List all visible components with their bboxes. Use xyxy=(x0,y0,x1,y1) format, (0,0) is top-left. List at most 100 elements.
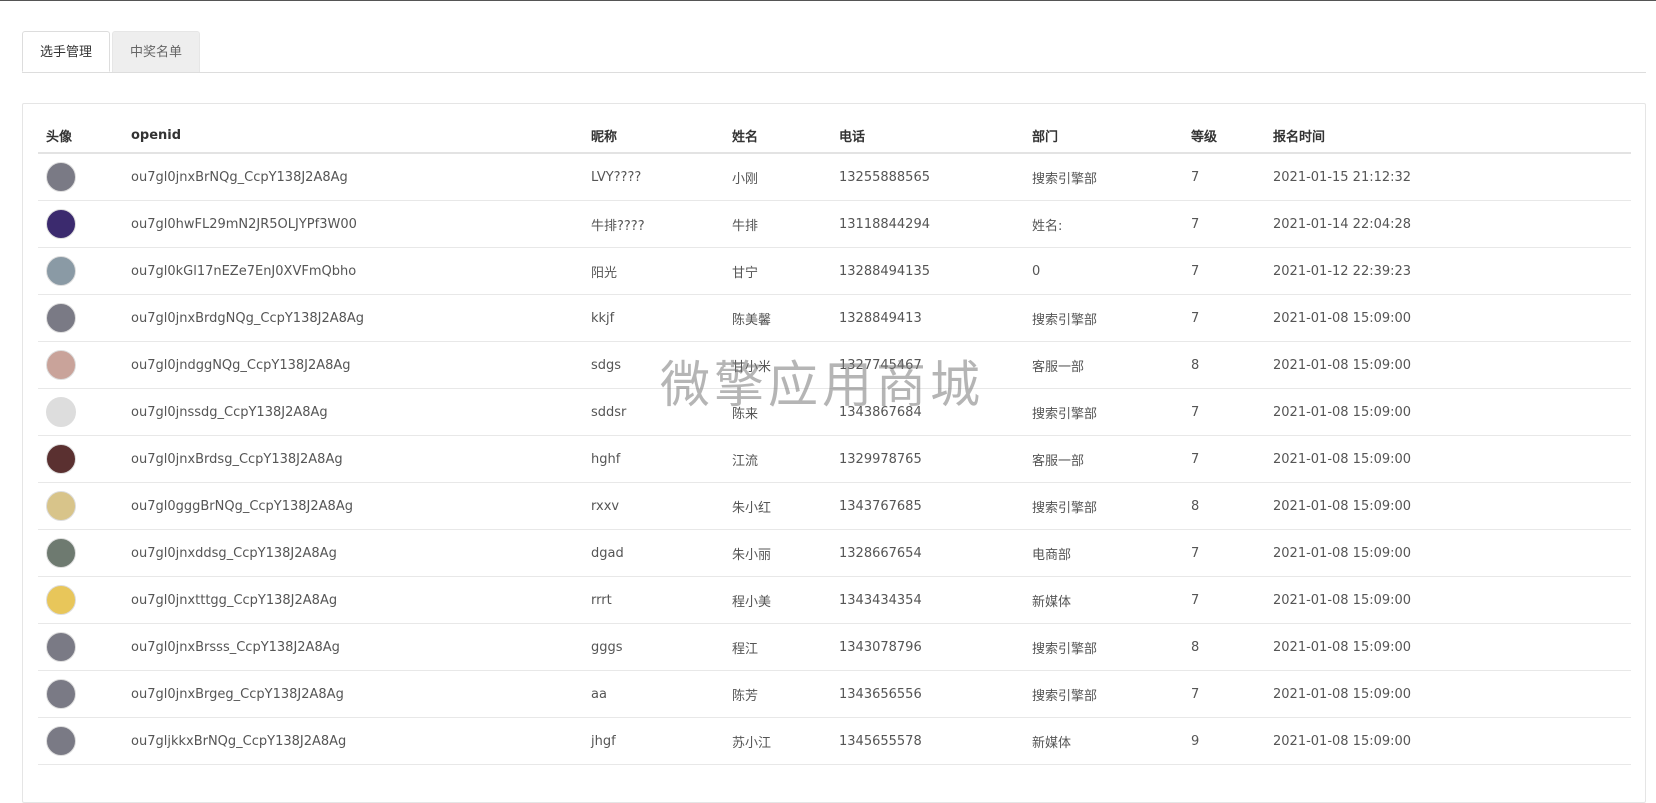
nickname-cell: 阳光 xyxy=(583,247,724,295)
avatar-cell xyxy=(38,388,123,436)
avatar-cell xyxy=(38,482,123,530)
avatar xyxy=(46,632,76,662)
avatar-cell xyxy=(38,200,123,248)
signup-time-cell: 2021-01-08 15:09:00 xyxy=(1265,341,1631,389)
level-cell: 7 xyxy=(1183,388,1265,436)
level-cell: 7 xyxy=(1183,294,1265,342)
openid-cell: ou7gl0jnxBrsss_CcpY138J2A8Ag xyxy=(123,623,583,671)
signup-time-cell: 2021-01-08 15:09:00 xyxy=(1265,482,1631,530)
table-row: ou7gl0jnxBrgeg_CcpY138J2A8Ag aa 陈芳 13436565… xyxy=(38,670,1631,718)
level-cell: 7 xyxy=(1183,200,1265,248)
openid-cell: ou7gljkkxBrNQg_CcpY138J2A8Ag xyxy=(123,717,583,765)
department-cell: 搜索引擎部 xyxy=(1024,670,1183,718)
column-header-avatar: 头像 xyxy=(38,118,123,154)
department-cell: 搜索引擎部 xyxy=(1024,153,1183,201)
signup-time-cell: 2021-01-08 15:09:00 xyxy=(1265,529,1631,577)
table-row: ou7gl0jndggNQg_CcpY138J2A8Ag sdgs 甘小米 13277… xyxy=(38,341,1631,389)
avatar xyxy=(46,162,76,192)
avatar xyxy=(46,303,76,333)
name-cell: 苏小江 xyxy=(724,717,831,765)
level-cell: 7 xyxy=(1183,247,1265,295)
nickname-cell: rxxv xyxy=(583,482,724,530)
department-cell: 新媒体 xyxy=(1024,717,1183,765)
table-row: ou7gljkkxBrNQg_CcpY138J2A8Ag jhgf 苏小江 13456… xyxy=(38,717,1631,765)
table-row: ou7gl0kGl17nEZe7EnJ0XVFmQbho 阳光 甘宁 13288494… xyxy=(38,247,1631,295)
name-cell: 朱小丽 xyxy=(724,529,831,577)
nickname-cell: jhgf xyxy=(583,717,724,765)
avatar-cell xyxy=(38,341,123,389)
name-cell: 朱小红 xyxy=(724,482,831,530)
avatar xyxy=(46,209,76,239)
avatar xyxy=(46,256,76,286)
table-row: ou7gl0jnxtttgg_CcpY138J2A8Ag rrrt 程小美 13434… xyxy=(38,576,1631,624)
avatar-cell xyxy=(38,435,123,483)
openid-cell: ou7gl0jndggNQg_CcpY138J2A8Ag xyxy=(123,341,583,389)
phone-cell: 1343078796 xyxy=(831,623,1024,671)
avatar xyxy=(46,585,76,615)
signup-time-cell: 2021-01-08 15:09:00 xyxy=(1265,435,1631,483)
avatar xyxy=(46,397,76,427)
level-cell: 7 xyxy=(1183,529,1265,577)
department-cell: 姓名: xyxy=(1024,200,1183,248)
level-cell: 7 xyxy=(1183,576,1265,624)
name-cell: 牛排 xyxy=(724,200,831,248)
level-cell: 7 xyxy=(1183,670,1265,718)
avatar xyxy=(46,491,76,521)
signup-time-cell: 2021-01-08 15:09:00 xyxy=(1265,670,1631,718)
signup-time-cell: 2021-01-08 15:09:00 xyxy=(1265,623,1631,671)
name-cell: 小刚 xyxy=(724,153,831,201)
level-cell: 7 xyxy=(1183,435,1265,483)
table-row: ou7gl0hwFL29mN2JR5OLJYPf3W00 牛排???? 牛排 1311… xyxy=(38,200,1631,248)
level-cell: 7 xyxy=(1183,153,1265,201)
nickname-cell: LVY???? xyxy=(583,153,724,201)
table-header-row: 头像 openid 昵称 姓名 电话 部门 等级 报名时间 xyxy=(38,118,1631,154)
tab-player-management[interactable]: 选手管理 xyxy=(22,31,110,72)
department-cell: 搜索引擎部 xyxy=(1024,623,1183,671)
column-header-level: 等级 xyxy=(1183,118,1265,154)
phone-cell: 13255888565 xyxy=(831,153,1024,201)
name-cell: 甘小米 xyxy=(724,341,831,389)
name-cell: 甘宁 xyxy=(724,247,831,295)
level-cell: 8 xyxy=(1183,623,1265,671)
nickname-cell: kkjf xyxy=(583,294,724,342)
players-panel: 头像 openid 昵称 姓名 电话 部门 等级 报名时间 ou7gl0jnxB… xyxy=(22,103,1646,803)
nickname-cell: aa xyxy=(583,670,724,718)
nickname-cell: sddsr xyxy=(583,388,724,436)
phone-cell: 1343767685 xyxy=(831,482,1024,530)
department-cell: 新媒体 xyxy=(1024,576,1183,624)
signup-time-cell: 2021-01-08 15:09:00 xyxy=(1265,388,1631,436)
avatar-cell xyxy=(38,153,123,201)
name-cell: 陈美馨 xyxy=(724,294,831,342)
avatar xyxy=(46,538,76,568)
phone-cell: 1329978765 xyxy=(831,435,1024,483)
openid-cell: ou7gl0jnxtttgg_CcpY138J2A8Ag xyxy=(123,576,583,624)
avatar-cell xyxy=(38,670,123,718)
tab-bar: 选手管理 中奖名单 xyxy=(22,31,1646,73)
phone-cell: 1343434354 xyxy=(831,576,1024,624)
name-cell: 程小美 xyxy=(724,576,831,624)
table-row: ou7gl0jnxBrsss_CcpY138J2A8Ag gggs 程江 134307… xyxy=(38,623,1631,671)
table-row: ou7gl0gggBrNQg_CcpY138J2A8Ag rxxv 朱小红 13437… xyxy=(38,482,1631,530)
openid-cell: ou7gl0jnxBrNQg_CcpY138J2A8Ag xyxy=(123,153,583,201)
phone-cell: 1343656556 xyxy=(831,670,1024,718)
table-row: ou7gl0jnxBrdsg_CcpY138J2A8Ag hghf 江流 132997… xyxy=(38,435,1631,483)
department-cell: 客服一部 xyxy=(1024,341,1183,389)
avatar-cell xyxy=(38,623,123,671)
table-row: ou7gl0jnssdg_CcpY138J2A8Ag sddsr 陈来 1343867… xyxy=(38,388,1631,436)
signup-time-cell: 2021-01-15 21:12:32 xyxy=(1265,153,1631,201)
tab-winner-list[interactable]: 中奖名单 xyxy=(112,31,200,72)
column-header-department: 部门 xyxy=(1024,118,1183,154)
department-cell: 电商部 xyxy=(1024,529,1183,577)
avatar xyxy=(46,350,76,380)
openid-cell: ou7gl0kGl17nEZe7EnJ0XVFmQbho xyxy=(123,247,583,295)
column-header-openid: openid xyxy=(123,118,583,154)
name-cell: 江流 xyxy=(724,435,831,483)
column-header-signup-time: 报名时间 xyxy=(1265,118,1631,154)
nickname-cell: sdgs xyxy=(583,341,724,389)
nickname-cell: hghf xyxy=(583,435,724,483)
avatar-cell xyxy=(38,247,123,295)
phone-cell: 13288494135 xyxy=(831,247,1024,295)
department-cell: 搜索引擎部 xyxy=(1024,388,1183,436)
table-row: ou7gl0jnxBrdgNQg_CcpY138J2A8Ag kkjf 陈美馨 132… xyxy=(38,294,1631,342)
openid-cell: ou7gl0jnxBrgeg_CcpY138J2A8Ag xyxy=(123,670,583,718)
